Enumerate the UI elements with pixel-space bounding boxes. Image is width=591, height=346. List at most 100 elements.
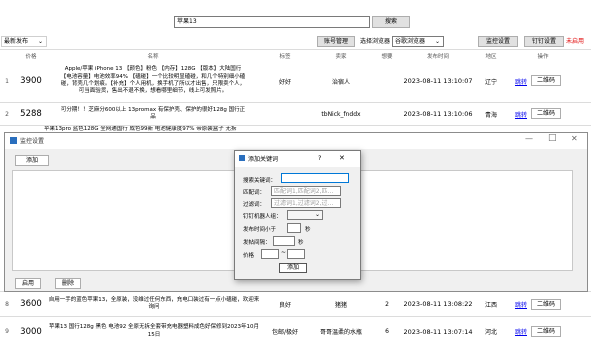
qr-code-button[interactable]: 二维码 — [531, 108, 561, 119]
time-cell: 2023-08-11 13:07:14 — [403, 327, 473, 336]
sort-select[interactable]: 最新发布 ⌄ — [1, 36, 47, 47]
keyword-input[interactable] — [281, 173, 349, 183]
interval-label: 发帖间隔： — [243, 240, 271, 246]
close-icon[interactable]: ✕ — [571, 134, 578, 143]
browser-select[interactable]: 谷歌浏览器 ⌄ — [392, 36, 444, 47]
maximize-icon[interactable]: □ — [548, 133, 557, 143]
seller-cell: 猪猪 — [334, 301, 347, 309]
minimize-icon[interactable]: — — [525, 134, 533, 143]
chevron-down-icon: ⌄ — [434, 38, 440, 45]
partial-row-name: 苹果13pro 蓝色128G 全网通国行 成色99新 电池健康度97% 带原装盒… — [44, 126, 237, 131]
name-cell: 自用一手的蓝色苹果13，全原装，没维过任何东西，充电口装过有一点小磕碰，欢迎来询… — [48, 296, 260, 310]
jump-link[interactable]: 跳转 — [514, 60, 528, 102]
region-cell: 江西 — [484, 301, 497, 309]
qr-code-button[interactable]: 二维码 — [531, 75, 561, 86]
window-title: 监控设置 — [20, 138, 45, 145]
table-row: 8 3600 自用一手的蓝色苹果13，全原装，没维过任何东西，充电口装过有一点小… — [0, 292, 591, 316]
column-header-action: 操作 — [537, 54, 549, 60]
dialog-add-button[interactable]: 添加 — [279, 263, 307, 273]
column-header-tag: 标签 — [279, 54, 291, 60]
monitor-settings-button[interactable]: 监控设置 — [478, 36, 518, 47]
seller-cell: 治宿人 — [331, 78, 350, 86]
account-button[interactable]: 账号管理 — [317, 36, 355, 47]
chevron-down-icon: ⌄ — [37, 38, 43, 45]
match-words-input[interactable]: 匹配词1,匹配词2,匹… — [271, 186, 341, 196]
name-cell: 可分期！！芝麻分600以上 13promax 有保护壳、保护的很好128g 国行… — [60, 106, 246, 120]
price-cell: 3000 — [20, 326, 42, 337]
price-cell: 3600 — [20, 299, 42, 309]
time-cell: 2023-08-11 13:10:07 — [403, 77, 473, 85]
window-title-bar: 监控设置 — □ ✕ — [5, 133, 587, 149]
help-icon[interactable]: ? — [318, 154, 321, 162]
delete-button[interactable]: 删除 — [55, 278, 81, 289]
column-header-seller: 卖家 — [335, 54, 347, 60]
seller-cell: 哥哥温柔的水瓶 — [319, 329, 362, 336]
browser-select-value: 谷歌浏览器 — [395, 38, 426, 45]
price-separator: ~ — [281, 249, 287, 256]
filter-words-input[interactable]: 过滤词1,过滤词2,过… — [271, 198, 341, 208]
tag-cell: 良好 — [278, 301, 291, 309]
choose-browser-button[interactable]: 选择浏览器 — [356, 36, 390, 47]
tag-cell: 好好 — [278, 78, 291, 86]
tag-cell: 包邮/极好 — [271, 329, 299, 336]
dialog-title: 添加关键词 — [248, 156, 279, 163]
qr-code-button[interactable]: 二维码 — [531, 326, 561, 337]
match-label: 匹配词： — [243, 190, 266, 196]
want-cell: 2 — [385, 300, 389, 308]
want-cell: 6 — [385, 328, 389, 335]
price-max-input[interactable] — [287, 249, 305, 259]
interval-unit: 秒 — [298, 240, 304, 246]
publish-within-unit: 秒 — [305, 227, 311, 233]
interval-input[interactable] — [273, 236, 295, 246]
region-cell: 青海 — [484, 111, 497, 119]
jump-link[interactable]: 跳转 — [514, 317, 528, 346]
enable-button[interactable]: 启用 — [15, 278, 41, 289]
table-row: 2 5288 可分期！！芝麻分600以上 13promax 有保护壳、保护的很好… — [0, 103, 591, 125]
column-header-want: 想要 — [381, 54, 393, 60]
match-placeholder: 匹配词1,匹配词2,匹… — [274, 188, 334, 195]
status-badge: 未启用 — [566, 38, 585, 45]
add-monitor-button[interactable]: 添加 — [15, 155, 49, 166]
name-cell: 苹果13 国行128g 黑色 电池92 全原无拆全套带充电器塑料成色好保修到20… — [49, 324, 259, 338]
region-cell: 河北 — [484, 329, 497, 336]
publish-within-input[interactable] — [287, 223, 301, 233]
jump-link[interactable]: 跳转 — [514, 103, 528, 125]
region-cell: 辽宁 — [484, 78, 497, 86]
publish-within-label: 发布时间小于 — [243, 227, 277, 233]
time-cell: 2023-08-11 13:10:06 — [403, 110, 473, 118]
seller-cell: tbNick_fnddx — [321, 110, 361, 118]
price-cell: 5288 — [20, 109, 42, 119]
robot-group-select[interactable]: ⌄ — [287, 210, 323, 220]
row-number: 1 — [5, 77, 9, 85]
app-icon — [10, 137, 17, 144]
time-cell: 2023-08-11 13:08:22 — [403, 300, 473, 308]
table-divider — [0, 49, 591, 50]
table-row: 9 3000 苹果13 国行128g 黑色 电池92 全原无拆全套带充电器塑料成… — [0, 317, 591, 346]
filter-placeholder: 过滤词1,过滤词2,过… — [274, 200, 334, 207]
keyword-label: 搜索关键词： — [243, 178, 277, 184]
qr-code-button[interactable]: 二维码 — [531, 299, 561, 310]
column-header-time: 发布时间 — [426, 54, 449, 60]
column-header-price: 价格 — [25, 54, 37, 60]
dialog-icon — [239, 155, 245, 161]
sort-select-value: 最新发布 — [4, 38, 29, 45]
row-number: 8 — [5, 300, 9, 308]
jump-link[interactable]: 跳转 — [514, 292, 528, 316]
want-cell — [380, 60, 394, 102]
column-header-name: 名称 — [147, 54, 159, 60]
dialog-title-bar: 添加关键词 ? ✕ — [235, 151, 360, 167]
price-label: 价格 — [243, 253, 255, 259]
chevron-down-icon: ⌄ — [314, 211, 320, 218]
robot-group-label: 钉钉机器人组： — [243, 214, 282, 220]
close-icon[interactable]: ✕ — [339, 154, 345, 162]
add-keyword-dialog: 添加关键词 ? ✕ 搜索关键词： 匹配词： 匹配词1,匹配词2,匹… 过滤词： … — [234, 150, 361, 280]
price-min-input[interactable] — [261, 249, 279, 259]
search-input[interactable]: 苹果13 — [174, 16, 370, 28]
dingding-settings-button[interactable]: 钉钉设置 — [524, 36, 564, 47]
tag-cell — [269, 103, 301, 125]
price-cell: 3900 — [20, 76, 42, 86]
search-button[interactable]: 搜索 — [372, 16, 410, 28]
row-number: 9 — [5, 328, 9, 335]
filter-label: 过滤词： — [243, 202, 266, 208]
table-row: 1 3900 Apple/苹果 iPhone 13 【颜色】粉色 【内存】128… — [0, 60, 591, 102]
